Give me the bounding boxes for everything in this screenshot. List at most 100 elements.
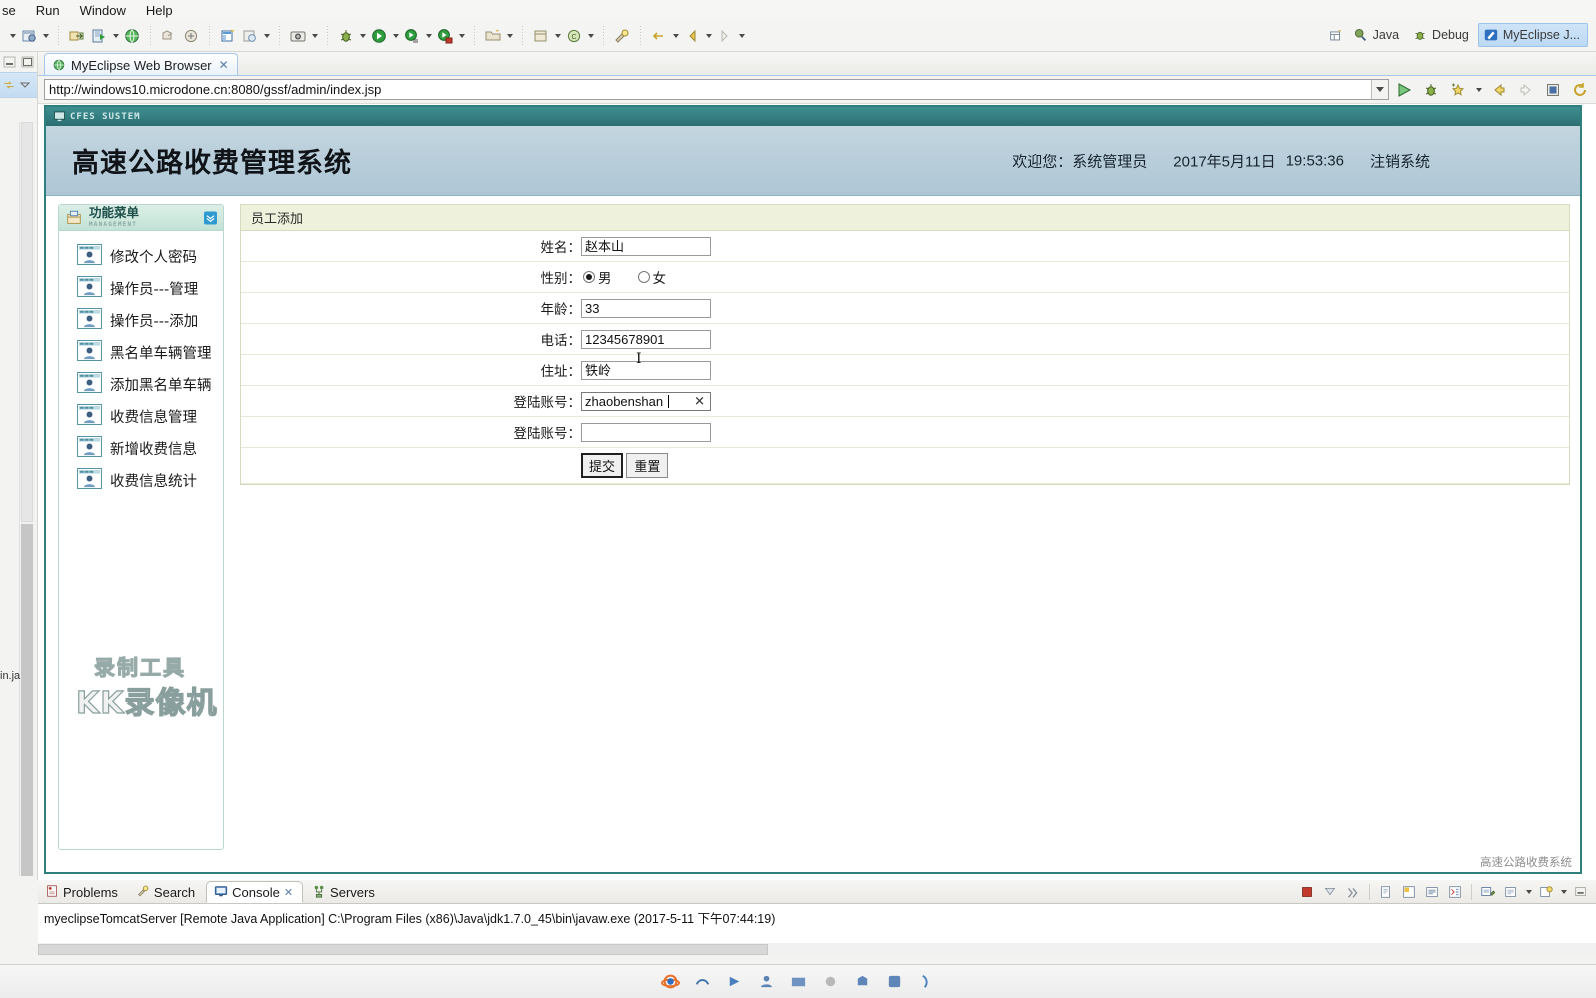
- sidebar-item-5[interactable]: 收费信息管理: [59, 400, 223, 432]
- run-caret[interactable]: [390, 25, 401, 47]
- run-icon[interactable]: [368, 25, 390, 47]
- taskbar-icon-9[interactable]: [916, 972, 936, 992]
- console-menu-icon[interactable]: [1535, 881, 1557, 903]
- taskbar-icon-5[interactable]: [788, 972, 808, 992]
- taskbar-icon-8[interactable]: [884, 972, 904, 992]
- remove-launch-icon[interactable]: [1319, 881, 1341, 903]
- prev-annotation-icon[interactable]: [648, 25, 670, 47]
- name-field[interactable]: 赵本山: [581, 236, 711, 256]
- browser-back-icon[interactable]: [1487, 78, 1511, 102]
- logout-link[interactable]: 注销系统: [1370, 150, 1430, 171]
- snapshot-caret[interactable]: [309, 25, 320, 47]
- browser-go-icon[interactable]: [1392, 78, 1416, 102]
- prev-annotation-caret[interactable]: [670, 25, 681, 47]
- console-hscroll-thumb[interactable]: [38, 944, 768, 955]
- sidebar-item-1[interactable]: 操作员---管理: [59, 272, 223, 304]
- taskbar-icon-2[interactable]: [692, 972, 712, 992]
- bottom-tab-problems[interactable]: Problems: [38, 881, 127, 903]
- console-hscrollbar[interactable]: [38, 943, 1596, 956]
- browser-debug-icon[interactable]: [1419, 78, 1443, 102]
- autofill-clear-icon[interactable]: ✕: [694, 395, 705, 408]
- remove-all-terminated-icon[interactable]: [1342, 881, 1364, 903]
- open-type-caret[interactable]: [261, 25, 272, 47]
- gender-option-female[interactable]: 女: [637, 267, 666, 287]
- browser-stop-icon[interactable]: [1541, 78, 1565, 102]
- run-last-caret[interactable]: [456, 25, 467, 47]
- run-server-caret[interactable]: [110, 25, 121, 47]
- restore-icon[interactable]: [2, 78, 16, 92]
- search-toolbar-icon[interactable]: [611, 25, 633, 47]
- forward-history-caret[interactable]: [736, 25, 747, 47]
- open-type-icon[interactable]: [239, 25, 261, 47]
- forward-history-icon[interactable]: [714, 25, 736, 47]
- import-icon[interactable]: [66, 25, 88, 47]
- browser-forward-icon[interactable]: [1514, 78, 1538, 102]
- sidebar-item-6[interactable]: 新增收费信息: [59, 432, 223, 464]
- new-java-project-icon[interactable]: [482, 25, 504, 47]
- external-tools-caret[interactable]: [423, 25, 434, 47]
- run-server-icon[interactable]: [88, 25, 110, 47]
- menu-item-window[interactable]: Window: [70, 3, 136, 18]
- close-icon[interactable]: ✕: [219, 58, 229, 72]
- view-menu-caret-icon[interactable]: [18, 78, 32, 92]
- reset-button[interactable]: 重置: [626, 453, 669, 478]
- internet-explorer-icon[interactable]: [660, 972, 680, 992]
- radio-male-icon[interactable]: [583, 271, 595, 283]
- gender-option-male[interactable]: 男: [583, 267, 612, 287]
- taskbar-icon-4[interactable]: [756, 972, 776, 992]
- run-last-icon[interactable]: [434, 25, 456, 47]
- scroll-thumb[interactable]: [21, 122, 33, 522]
- back-history-icon[interactable]: [681, 25, 703, 47]
- open-perspective-icon[interactable]: [1325, 24, 1347, 46]
- left-rail-scrollbar[interactable]: [19, 122, 34, 876]
- sidebar-collapse-icon[interactable]: [204, 211, 217, 224]
- console-menu-caret[interactable]: [1558, 881, 1569, 903]
- new-wizard-icon[interactable]: [18, 25, 40, 47]
- new-class-icon[interactable]: C: [563, 25, 585, 47]
- bottom-tab-console[interactable]: Console ✕: [206, 881, 304, 903]
- new-wizard-caret[interactable]: [40, 25, 51, 47]
- browser-bookmark-icon[interactable]: [1446, 78, 1470, 102]
- account-field[interactable]: zhaobenshan: [581, 391, 711, 411]
- age-field[interactable]: 33: [581, 298, 711, 318]
- scroll-lock-icon[interactable]: [1398, 881, 1420, 903]
- submit-button[interactable]: 提交: [581, 453, 624, 478]
- new-console-view-icon[interactable]: [1500, 881, 1522, 903]
- perspective-myeclipse[interactable]: MyEclipse J...: [1477, 23, 1588, 47]
- radio-female-icon[interactable]: [637, 271, 650, 283]
- close-icon[interactable]: ✕: [284, 886, 293, 899]
- new-console-caret[interactable]: [1523, 881, 1534, 903]
- menu-item-run[interactable]: Run: [26, 3, 70, 18]
- sidebar-item-3[interactable]: 黑名单车辆管理: [59, 336, 223, 368]
- clear-console-icon[interactable]: [1375, 881, 1397, 903]
- open-console-icon[interactable]: [1477, 881, 1499, 903]
- url-input[interactable]: http://windows10.microdone.cn:8080/gssf/…: [44, 79, 1389, 100]
- browser-refresh-icon[interactable]: [1568, 78, 1592, 102]
- terminate-icon[interactable]: [1296, 881, 1318, 903]
- bottom-tab-search[interactable]: Search: [129, 881, 204, 903]
- sidebar-item-2[interactable]: 操作员---添加: [59, 304, 223, 336]
- database-explorer-icon[interactable]: [217, 25, 239, 47]
- debug-icon[interactable]: [335, 25, 357, 47]
- new-java-project-caret[interactable]: [504, 25, 515, 47]
- snapshot-icon[interactable]: [287, 25, 309, 47]
- new-package-icon[interactable]: [530, 25, 552, 47]
- undeploy-icon[interactable]: [180, 25, 202, 47]
- toolbar-overflow-caret[interactable]: [7, 25, 18, 47]
- editor-tab-web-browser[interactable]: MyEclipse Web Browser ✕: [44, 53, 238, 76]
- pin-console-icon[interactable]: [1421, 881, 1443, 903]
- phone-field[interactable]: 12345678901: [581, 329, 711, 349]
- back-history-caret[interactable]: [703, 25, 714, 47]
- run-external-tools-icon[interactable]: [401, 25, 423, 47]
- password-field[interactable]: [581, 422, 711, 442]
- taskbar-icon-7[interactable]: [852, 972, 872, 992]
- taskbar-icon-3[interactable]: [724, 972, 744, 992]
- minimize-icon[interactable]: [2, 55, 16, 69]
- perspective-java[interactable]: Java: [1349, 24, 1406, 46]
- new-package-caret[interactable]: [552, 25, 563, 47]
- browser-bookmark-caret[interactable]: [1473, 79, 1484, 101]
- debug-caret[interactable]: [357, 25, 368, 47]
- minimize-view-icon[interactable]: [1570, 881, 1592, 903]
- scroll-track[interactable]: [21, 524, 33, 876]
- deploy-icon[interactable]: [158, 25, 180, 47]
